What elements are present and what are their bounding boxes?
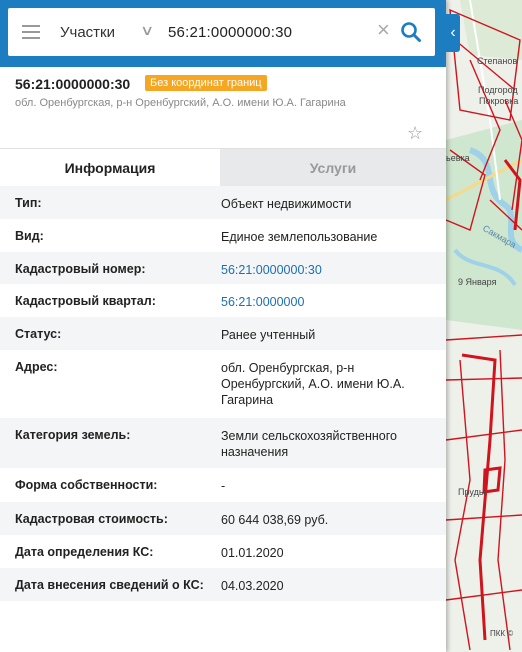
- row-value: Объект недвижимости: [221, 197, 352, 211]
- cadastral-quarter-link[interactable]: 56:21:0000000: [221, 294, 426, 310]
- cadastral-number-link[interactable]: 56:21:0000000:30: [221, 262, 426, 278]
- map-label: Степанов: [477, 56, 517, 66]
- info-panel: Участки ∨ 56:21:0000000:30 × 56:21:00000…: [0, 0, 446, 652]
- table-row: Тип: Объект недвижимости: [0, 186, 446, 219]
- row-value: Ранее учтенный: [221, 328, 316, 342]
- search-box: Участки ∨ 56:21:0000000:30 ×: [8, 8, 435, 56]
- row-value: обл. Оренбургская, р-н Оренбургский, А.О…: [221, 361, 405, 407]
- table-row: Дата внесения сведений о КС: 04.03.2020: [0, 568, 446, 601]
- map-label: Покровка: [479, 96, 518, 106]
- search-icon[interactable]: [400, 21, 422, 43]
- object-header: 56:21:0000000:30 Без координат границ об…: [0, 67, 446, 148]
- table-row: Кадастровая стоимость: 60 644 038,69 руб…: [0, 502, 446, 535]
- star-icon[interactable]: ☆: [407, 124, 423, 142]
- row-value: 01.01.2020: [221, 546, 284, 560]
- row-label: Кадастровая стоимость:: [15, 512, 168, 526]
- search-input[interactable]: 56:21:0000000:30: [168, 24, 292, 41]
- table-row: Категория земель: Земли сельскохозяйстве…: [0, 418, 446, 468]
- search-bar: Участки ∨ 56:21:0000000:30 ×: [0, 0, 446, 67]
- row-label: Дата определения КС:: [15, 545, 154, 559]
- table-row: Кадастровый квартал: 56:21:0000000: [0, 284, 446, 317]
- row-label: Категория земель:: [15, 428, 131, 442]
- row-label: Кадастровый квартал:: [15, 294, 156, 308]
- table-row: Кадастровый номер: 56:21:0000000:30: [0, 252, 446, 284]
- row-label: Форма собственности:: [15, 478, 158, 492]
- table-row: Дата определения КС: 01.01.2020: [0, 535, 446, 568]
- chevron-down-icon[interactable]: ∨: [140, 22, 154, 39]
- object-address: обл. Оренбургская, р-н Оренбургский, А.О…: [15, 97, 346, 109]
- row-label: Тип:: [15, 196, 42, 210]
- menu-icon[interactable]: [22, 25, 40, 39]
- row-value: -: [221, 479, 226, 493]
- row-label: Адрес:: [15, 360, 58, 374]
- status-badge: Без координат границ: [145, 75, 267, 91]
- table-row: Форма собственности: -: [0, 468, 446, 502]
- table-row: Вид: Единое землепользование: [0, 219, 446, 252]
- map-label: ПКК ©: [490, 629, 513, 638]
- row-value: Единое землепользование: [221, 230, 378, 244]
- row-label: Кадастровый номер:: [15, 262, 146, 276]
- search-type-select[interactable]: Участки: [60, 24, 115, 41]
- map-label: Пруды: [458, 487, 485, 497]
- collapse-panel-button[interactable]: ‹: [446, 14, 460, 52]
- tab-bar: Информация Услуги: [0, 148, 446, 187]
- row-value: 04.03.2020: [221, 579, 284, 593]
- row-label: Статус:: [15, 327, 62, 341]
- tab-services[interactable]: Услуги: [220, 149, 446, 187]
- row-label: Дата внесения сведений о КС:: [15, 578, 204, 592]
- map-label: Подгород: [478, 85, 518, 95]
- close-icon[interactable]: ×: [377, 19, 390, 41]
- row-value: 60 644 038,69 руб.: [221, 513, 329, 527]
- table-row: Адрес: обл. Оренбургская, р-н Оренбургск…: [0, 350, 446, 418]
- tab-info[interactable]: Информация: [0, 149, 220, 187]
- object-title: 56:21:0000000:30: [15, 76, 131, 92]
- map-label: 9 Января: [458, 277, 497, 287]
- row-value: Земли сельскохозяйственного назначения: [221, 429, 397, 459]
- map-label: ьевка: [446, 153, 470, 163]
- table-row: Статус: Ранее учтенный: [0, 317, 446, 350]
- row-label: Вид:: [15, 229, 44, 243]
